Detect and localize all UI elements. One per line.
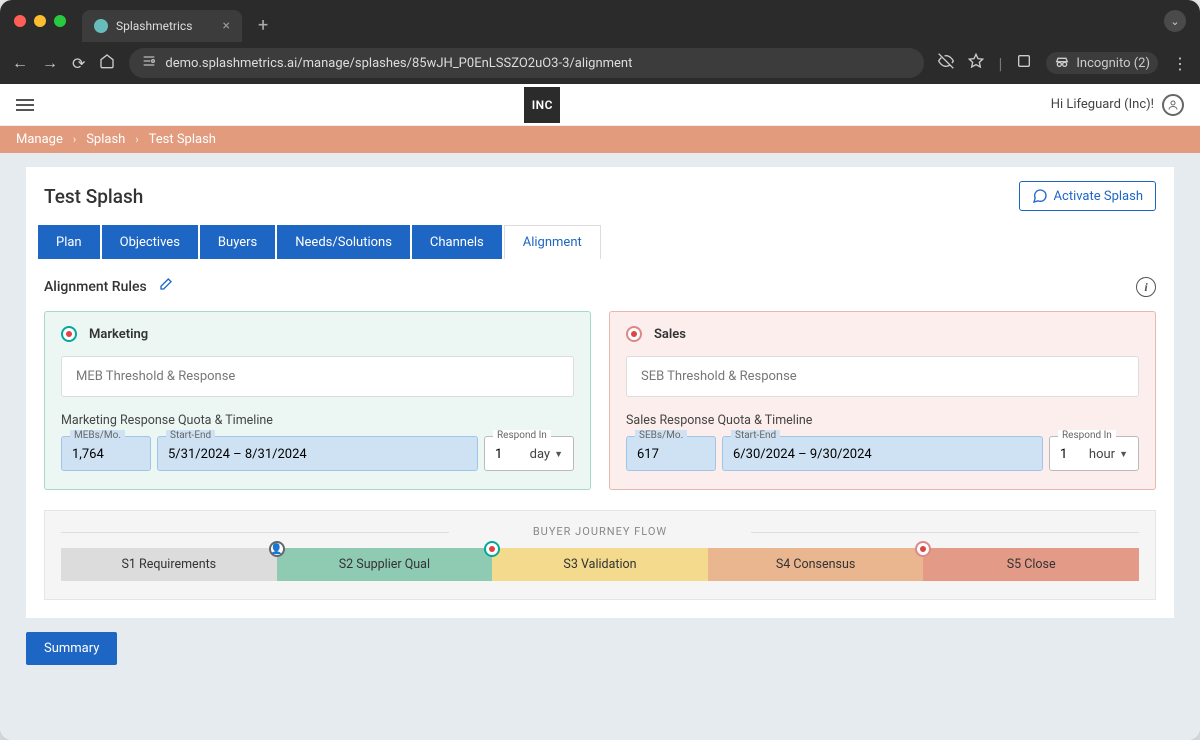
close-tab-icon[interactable]: × xyxy=(223,18,230,34)
tab-alignment[interactable]: Alignment xyxy=(504,225,601,259)
chat-icon xyxy=(1032,188,1048,204)
marketing-date-range-field[interactable]: Start-End 5/31/2024 – 8/31/2024 xyxy=(157,436,478,471)
sales-respond-in-select[interactable]: Respond In 1 hour▼ xyxy=(1049,436,1139,471)
menu-icon[interactable] xyxy=(16,96,34,114)
browser-tab[interactable]: Splashmetrics × xyxy=(82,10,242,42)
marketing-title: Marketing xyxy=(89,327,148,342)
info-icon[interactable]: i xyxy=(1136,277,1156,297)
target-icon xyxy=(61,326,77,342)
sales-quota-heading: Sales Response Quota & Timeline xyxy=(626,413,1139,428)
seb-threshold-box[interactable]: SEB Threshold & Response xyxy=(626,356,1139,397)
meb-threshold-box[interactable]: MEB Threshold & Response xyxy=(61,356,574,397)
reload-button[interactable]: ⟳ xyxy=(72,54,85,73)
sales-panel: Sales SEB Threshold & Response Sales Res… xyxy=(609,311,1156,490)
breadcrumb-manage[interactable]: Manage xyxy=(16,132,63,147)
breadcrumb: Manage › Splash › Test Splash xyxy=(0,126,1200,153)
persona-marker-icon[interactable] xyxy=(269,541,285,557)
browser-titlebar: Splashmetrics × + ⌄ xyxy=(0,0,1200,42)
chevron-right-icon: › xyxy=(73,133,76,146)
journey-stages: S1 Requirements S2 Supplier Qual S3 Vali… xyxy=(61,548,1139,581)
tab-objectives[interactable]: Objectives xyxy=(102,225,198,259)
edit-icon[interactable] xyxy=(157,277,173,297)
chevron-down-icon: ▼ xyxy=(554,449,563,460)
sales-title: Sales xyxy=(654,327,686,342)
maximize-window[interactable] xyxy=(54,15,66,27)
journey-heading: BUYER JOURNEY FLOW xyxy=(61,525,1139,538)
chevron-right-icon: › xyxy=(135,133,138,146)
url-text: demo.splashmetrics.ai/manage/splashes/85… xyxy=(165,56,632,71)
new-tab-button[interactable]: + xyxy=(258,15,268,36)
account-icon[interactable] xyxy=(1162,94,1184,116)
browser-menu-icon[interactable]: ⋮ xyxy=(1172,54,1188,73)
target-icon xyxy=(626,326,642,342)
marketing-quota-heading: Marketing Response Quota & Timeline xyxy=(61,413,574,428)
breadcrumb-current: Test Splash xyxy=(149,132,216,147)
home-button[interactable] xyxy=(99,53,115,73)
tab-plan[interactable]: Plan xyxy=(38,225,100,259)
sales-date-range-field[interactable]: Start-End 6/30/2024 – 9/30/2024 xyxy=(722,436,1043,471)
tab-channels[interactable]: Channels xyxy=(412,225,502,259)
marketing-panel: Marketing MEB Threshold & Response Marke… xyxy=(44,311,591,490)
stage-s1[interactable]: S1 Requirements xyxy=(61,548,277,581)
extensions-icon[interactable] xyxy=(1016,53,1032,73)
tab-needs-solutions[interactable]: Needs/Solutions xyxy=(277,225,410,259)
stage-s3[interactable]: S3 Validation xyxy=(492,548,708,581)
url-field[interactable]: demo.splashmetrics.ai/manage/splashes/85… xyxy=(129,48,924,78)
forward-button[interactable]: → xyxy=(42,53,58,73)
app-topbar: INC Hi Lifeguard (Inc)! xyxy=(0,84,1200,126)
page-title: Test Splash xyxy=(44,185,143,208)
breadcrumb-splash[interactable]: Splash xyxy=(86,132,125,147)
mebs-per-month-field[interactable]: MEBs/Mo. 1,764 xyxy=(61,436,151,471)
section-title: Alignment Rules xyxy=(44,279,147,295)
brand-logo[interactable]: INC xyxy=(524,87,560,123)
back-button[interactable]: ← xyxy=(12,53,28,73)
stage-s5[interactable]: S5 Close xyxy=(923,548,1139,581)
activate-splash-button[interactable]: Activate Splash xyxy=(1019,181,1156,211)
close-window[interactable] xyxy=(14,15,26,27)
summary-button[interactable]: Summary xyxy=(26,632,117,665)
eye-off-icon[interactable] xyxy=(938,53,954,73)
tab-overflow-icon[interactable]: ⌄ xyxy=(1164,10,1186,32)
tabs-row: Plan Objectives Buyers Needs/Solutions C… xyxy=(26,211,1174,259)
incognito-label: Incognito (2) xyxy=(1076,56,1150,71)
tab-title: Splashmetrics xyxy=(116,19,192,33)
minimize-window[interactable] xyxy=(34,15,46,27)
marketing-respond-in-select[interactable]: Respond In 1 day▼ xyxy=(484,436,574,471)
sebs-per-month-field[interactable]: SEBs/Mo. 617 xyxy=(626,436,716,471)
tab-buyers[interactable]: Buyers xyxy=(200,225,275,259)
buyer-journey-flow: BUYER JOURNEY FLOW S1 Requirements S2 Su… xyxy=(44,510,1156,600)
chevron-down-icon: ▼ xyxy=(1119,449,1128,460)
window-controls xyxy=(14,15,66,27)
stage-s4[interactable]: S4 Consensus xyxy=(708,548,924,581)
stage-s2[interactable]: S2 Supplier Qual xyxy=(277,548,493,581)
favicon xyxy=(94,19,108,33)
address-bar: ← → ⟳ demo.splashmetrics.ai/manage/splas… xyxy=(0,42,1200,84)
bookmark-star-icon[interactable] xyxy=(968,53,984,73)
site-settings-icon[interactable] xyxy=(141,53,157,73)
user-greeting: Hi Lifeguard (Inc)! xyxy=(1051,97,1154,112)
incognito-badge[interactable]: Incognito (2) xyxy=(1046,52,1158,74)
